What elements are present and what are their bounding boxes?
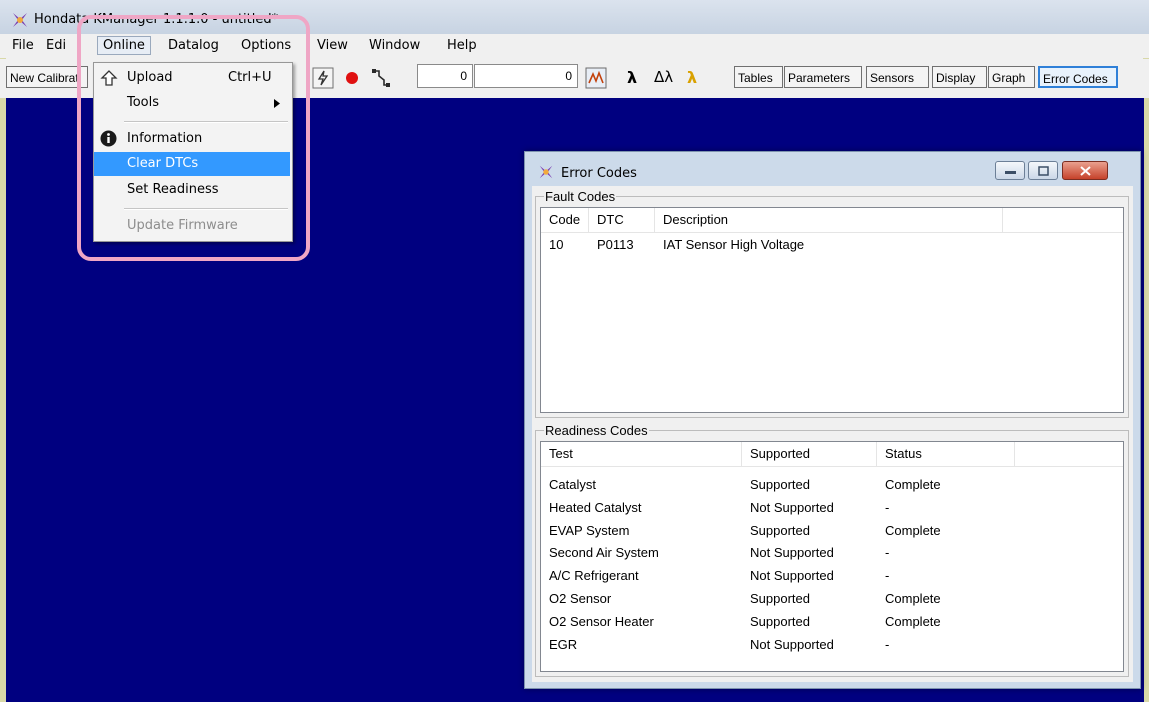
- online-dropdown-menu: Upload Ctrl+U Tools Information Clear DT…: [93, 62, 293, 242]
- menu-edit[interactable]: Edi: [46, 38, 66, 53]
- tab-parameters[interactable]: Parameters: [784, 66, 862, 88]
- readiness-status-cell: -: [885, 636, 890, 652]
- fault-codes-label: Fault Codes: [544, 189, 617, 204]
- readiness-status-cell: Complete: [885, 591, 941, 606]
- readiness-supported-cell: Not Supported: [750, 499, 834, 515]
- menu-information[interactable]: Information: [94, 127, 290, 151]
- readiness-status-cell: -: [885, 545, 890, 561]
- tab-display[interactable]: Display: [932, 66, 987, 88]
- menu-bar: File Edi Online Datalog Options View Win…: [0, 34, 1149, 58]
- info-icon: [100, 130, 117, 147]
- connection-icon[interactable]: [370, 67, 392, 89]
- submenu-arrow-icon: [274, 99, 280, 108]
- minimize-icon: [1005, 171, 1016, 174]
- close-icon: [1080, 166, 1091, 176]
- column-header-description[interactable]: Description: [655, 208, 1003, 232]
- menu-separator: [124, 121, 288, 123]
- value-field-1[interactable]: 0: [417, 64, 473, 88]
- minimize-button[interactable]: [995, 161, 1025, 180]
- tab-sensors[interactable]: Sensors: [866, 66, 929, 88]
- error-codes-window: Error Codes Fault Codes Code DTC Descrip…: [524, 151, 1141, 689]
- menu-clear-dtcs-label: Clear DTCs: [127, 156, 199, 171]
- readiness-test-cell: O2 Sensor: [549, 591, 612, 606]
- app-logo-icon: [13, 13, 27, 27]
- window-body: Fault Codes Code DTC Description 10 P011…: [532, 186, 1133, 682]
- app-title: Hondata KManager 1.1.1.0 - untitled*: [34, 12, 279, 27]
- readiness-supported-cell: Not Supported: [750, 545, 834, 561]
- title-bar: Hondata KManager 1.1.1.0 - untitled*: [0, 0, 1149, 34]
- menu-upload[interactable]: Upload Ctrl+U: [94, 66, 290, 90]
- fault-codes-header: Code DTC Description: [541, 208, 1123, 233]
- menu-upload-shortcut: Ctrl+U: [228, 70, 272, 85]
- readiness-status-cell: -: [885, 568, 890, 584]
- maximize-button[interactable]: [1028, 161, 1058, 180]
- tab-graph[interactable]: Graph: [988, 66, 1035, 88]
- readiness-supported-cell: Supported: [750, 613, 810, 629]
- menu-datalog[interactable]: Datalog: [168, 38, 219, 53]
- column-header-dtc[interactable]: DTC: [589, 208, 655, 232]
- window-title: Error Codes: [561, 166, 637, 181]
- new-calibration-button[interactable]: New Calibrati: [6, 66, 88, 88]
- readiness-supported-cell: Supported: [750, 477, 810, 492]
- maximize-icon: [1038, 166, 1049, 176]
- menu-update-firmware-label: Update Firmware: [127, 218, 238, 233]
- fault-code-cell: 10: [549, 237, 564, 252]
- readiness-supported-cell: Not Supported: [750, 568, 834, 584]
- readiness-codes-list[interactable]: Test Supported Status Catalyst Supported C…: [540, 441, 1124, 672]
- menu-help[interactable]: Help: [447, 38, 477, 53]
- readiness-test-cell: O2 Sensor Heater: [549, 613, 654, 629]
- menu-set-readiness[interactable]: Set Readiness: [94, 178, 290, 202]
- lambda-icon[interactable]: λ: [627, 68, 637, 87]
- readiness-status-cell: Complete: [885, 613, 941, 629]
- readiness-test-cell: Catalyst: [549, 477, 596, 492]
- column-header-code[interactable]: Code: [541, 208, 589, 232]
- readiness-status-cell: -: [885, 499, 890, 515]
- readiness-status-cell: Complete: [885, 522, 941, 538]
- readiness-supported-cell: Supported: [750, 522, 810, 538]
- readiness-supported-cell: Supported: [750, 591, 810, 606]
- tab-error-codes[interactable]: Error Codes: [1038, 66, 1118, 88]
- column-header-supported[interactable]: Supported: [742, 442, 877, 466]
- fault-codes-list[interactable]: Code DTC Description 10 P0113 IAT Sensor…: [540, 207, 1124, 413]
- fault-dtc-cell: P0113: [597, 237, 634, 252]
- close-button[interactable]: [1062, 161, 1108, 180]
- column-header-test[interactable]: Test: [541, 442, 742, 466]
- readiness-codes-header: Test Supported Status: [541, 442, 1123, 467]
- readiness-test-cell: Second Air System: [549, 545, 659, 561]
- menu-upload-label: Upload: [127, 70, 173, 85]
- readiness-test-cell: Heated Catalyst: [549, 499, 642, 515]
- column-header-status[interactable]: Status: [877, 442, 1015, 466]
- record-icon[interactable]: [345, 71, 359, 85]
- menu-file[interactable]: File: [12, 38, 34, 53]
- menu-view[interactable]: View: [317, 38, 348, 53]
- readiness-test-cell: EGR: [549, 636, 578, 652]
- menu-update-firmware: Update Firmware: [94, 214, 290, 238]
- fault-codes-group: Fault Codes Code DTC Description 10 P011…: [535, 189, 1129, 418]
- readiness-codes-group: Readiness Codes Test Supported Status Ca…: [535, 423, 1129, 677]
- wideband-icon[interactable]: [585, 67, 607, 89]
- menu-set-readiness-label: Set Readiness: [127, 182, 219, 197]
- menu-clear-dtcs[interactable]: Clear DTCs: [94, 152, 290, 176]
- value-field-2[interactable]: 0: [474, 64, 578, 88]
- menu-separator: [124, 208, 288, 210]
- menu-tools-label: Tools: [127, 95, 160, 110]
- menu-tools[interactable]: Tools: [94, 91, 290, 115]
- fault-description-cell: IAT Sensor High Voltage: [663, 237, 805, 252]
- readiness-status-cell: Complete: [885, 477, 941, 492]
- menu-information-label: Information: [127, 131, 203, 146]
- delta-lambda-icon[interactable]: Δλ: [654, 68, 673, 86]
- menu-options[interactable]: Options: [241, 38, 291, 53]
- flash-icon[interactable]: [312, 67, 334, 89]
- upload-icon: [100, 70, 118, 86]
- menu-window[interactable]: Window: [369, 38, 420, 53]
- window-app-icon: [539, 165, 553, 179]
- tab-tables[interactable]: Tables: [734, 66, 783, 88]
- readiness-codes-label: Readiness Codes: [544, 423, 649, 438]
- readiness-supported-cell: Not Supported: [750, 636, 834, 652]
- menu-online[interactable]: Online: [97, 36, 151, 55]
- readiness-test-cell: A/C Refrigerant: [549, 568, 639, 584]
- readiness-test-cell: EVAP System: [549, 522, 630, 538]
- target-lambda-icon[interactable]: λ: [687, 68, 697, 87]
